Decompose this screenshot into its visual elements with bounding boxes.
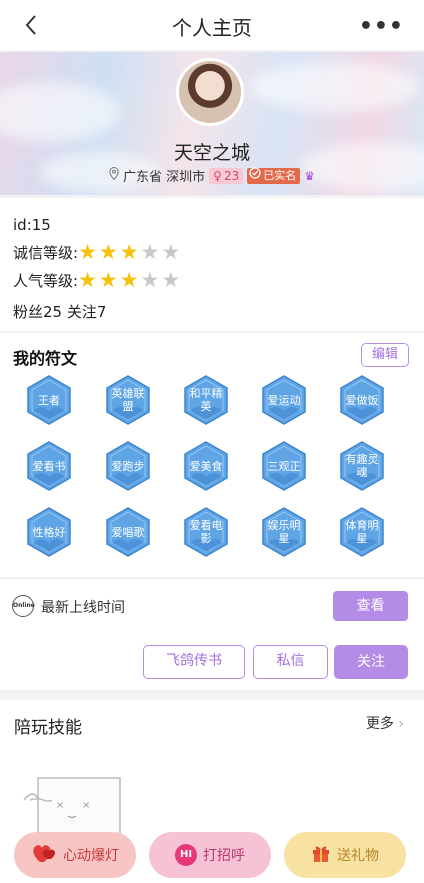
fans-follow-count[interactable]: 粉丝25 关注7 [13, 301, 106, 322]
chevron-right-icon: › [398, 716, 404, 732]
skills-title: 陪玩技能 [14, 718, 82, 738]
location-pin-icon [109, 166, 119, 184]
rune-badge: 王者 [27, 375, 71, 425]
verified-text: 已实名 [263, 168, 297, 182]
credit-level-label: 诚信等级: [13, 244, 79, 262]
star-filled-icon: ★ [119, 240, 139, 264]
pigeon-mail-button[interactable]: 飞鸽传书 [143, 645, 245, 679]
rune-badge: 爱看书 [27, 441, 71, 491]
greet-label: 打招呼 [203, 848, 245, 864]
rune-label: 有趣灵魂 [345, 453, 379, 479]
rune-label: 爱看电影 [189, 519, 223, 545]
more-icon[interactable]: ••• [359, 14, 404, 39]
check-circle-icon [249, 167, 261, 184]
rune-badge: 三观正 [262, 441, 306, 491]
star-empty-icon: ★ [161, 240, 181, 264]
location-text: 广东省 深圳市 [123, 170, 206, 185]
gift-icon [311, 843, 331, 867]
star-empty-icon: ★ [140, 268, 160, 292]
last-online-label: 最新上线时间 [41, 600, 125, 616]
user-id: id:15 [13, 216, 51, 234]
private-message-button[interactable]: 私信 [253, 645, 328, 679]
rune-badge: 体育明星 [340, 507, 384, 557]
popularity-stars: ★★★★★ [78, 270, 182, 291]
info-section: id:15 诚信等级: ★★★★★ 人气等级: ★★★★★ 粉丝25 关注7 [0, 198, 424, 331]
heart-burst-label: 心动爆灯 [63, 848, 119, 864]
rune-label: 性格好 [32, 525, 66, 539]
rune-badge: 和平精英 [184, 375, 228, 425]
online-icon: Online [12, 595, 35, 617]
credit-level-row: 诚信等级: ★★★★★ [13, 242, 182, 263]
send-gift-label: 送礼物 [337, 848, 379, 864]
credit-stars: ★★★★★ [78, 242, 182, 263]
star-filled-icon: ★ [78, 268, 97, 292]
rune-badge: 性格好 [27, 507, 71, 557]
nickname: 天空之城 [173, 142, 250, 164]
rune-badge: 有趣灵魂 [340, 441, 384, 491]
age-text: 23 [223, 168, 240, 183]
rune-badge: 爱看电影 [184, 507, 228, 557]
hi-icon: HI [175, 844, 197, 866]
svg-text:×: × [56, 800, 64, 811]
greet-button[interactable]: HI 打招呼 [149, 832, 271, 878]
rune-badge: 爱运动 [262, 375, 306, 425]
verified-badge: 已实名 [247, 167, 301, 184]
popularity-level-label: 人气等级: [13, 272, 79, 290]
rune-label: 和平精英 [189, 387, 223, 413]
rune-label: 体育明星 [345, 519, 379, 545]
rune-label: 爱跑步 [111, 459, 145, 473]
female-icon: ♀ [213, 168, 222, 183]
send-gift-button[interactable]: 送礼物 [284, 832, 406, 878]
star-empty-icon: ★ [140, 240, 160, 264]
rune-label: 爱看书 [32, 459, 66, 473]
rune-label: 爱唱歌 [111, 525, 145, 539]
rune-label: 英雄联盟 [111, 387, 145, 413]
rune-badge: 爱唱歌 [106, 507, 150, 557]
crown-icon: ♛ [304, 168, 315, 183]
star-filled-icon: ★ [119, 268, 139, 292]
follow-button[interactable]: 关注 [334, 645, 408, 679]
more-skills-link[interactable]: 更多 › [366, 713, 404, 733]
rune-badge: 爱做饭 [340, 375, 384, 425]
star-filled-icon: ★ [98, 240, 118, 264]
profile-meta: 广东省 深圳市 ♀ 23 已实名 ♛ [0, 166, 424, 185]
rune-label: 娱乐明星 [267, 519, 301, 545]
hearts-icon [31, 842, 57, 868]
star-filled-icon: ★ [78, 240, 97, 264]
popularity-level-row: 人气等级: ★★★★★ [13, 270, 182, 291]
age-badge: ♀ 23 [209, 167, 244, 184]
rune-badge: 爱跑步 [106, 441, 150, 491]
avatar[interactable] [176, 58, 244, 126]
rune-label: 三观正 [267, 459, 301, 473]
star-filled-icon: ★ [98, 268, 118, 292]
rune-badge: 爱美食 [184, 441, 228, 491]
svg-text:×: × [82, 800, 90, 811]
rune-badge: 娱乐明星 [262, 507, 306, 557]
runes-section: 我的符文 编辑 王者 英雄联盟 和平精英 爱运动 爱做饭爱看书 爱跑步 爱美食 三观正 有趣灵魂… [0, 333, 424, 577]
rune-label: 王者 [38, 393, 60, 407]
online-section: Online 最新上线时间 查看 飞鸽传书 私信 关注 [0, 578, 424, 690]
view-button[interactable]: 查看 [333, 591, 408, 621]
bottom-action-bar: 心动爆灯 HI 打招呼 送礼物 [0, 828, 424, 883]
rune-label: 爱美食 [189, 459, 223, 473]
edit-runes-button[interactable]: 编辑 [361, 343, 409, 367]
star-empty-icon: ★ [161, 268, 181, 292]
rune-badge: 英雄联盟 [106, 375, 150, 425]
nav-bar: 个人主页 ••• [0, 0, 424, 50]
more-skills-label: 更多 [365, 716, 394, 732]
rune-label: 爱做饭 [345, 393, 379, 407]
rune-label: 爱运动 [267, 393, 301, 407]
heart-burst-button[interactable]: 心动爆灯 [14, 832, 136, 878]
runes-title: 我的符文 [13, 349, 78, 368]
